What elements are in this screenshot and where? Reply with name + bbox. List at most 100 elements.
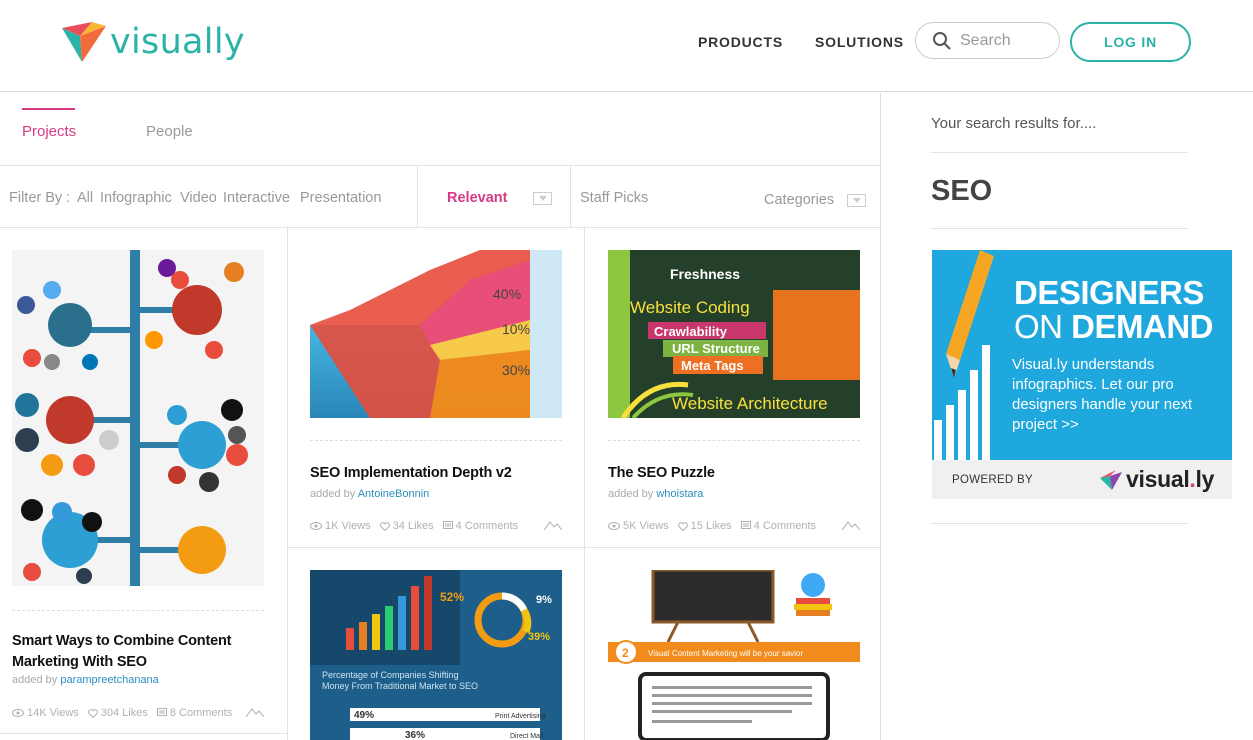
card-title[interactable]: Smart Ways to Combine Content Marketing … (12, 631, 272, 673)
ad-headline-2b: DEMAND (1071, 308, 1213, 345)
pct-10: 10% (502, 321, 530, 337)
card-byline: added by AntoineBonnin (310, 488, 429, 500)
comments-stat[interactable]: 4 Comments (740, 520, 816, 532)
heart-icon (87, 708, 98, 718)
filter-video[interactable]: Video (180, 190, 217, 206)
likes-stat[interactable]: 34 Likes (379, 520, 434, 532)
search-icon (933, 31, 951, 50)
views-stat: 14K Views (12, 707, 79, 719)
search-box[interactable] (915, 22, 1060, 59)
nav-solutions[interactable]: SOLUTIONS (815, 34, 904, 50)
staff-picks-filter[interactable]: Staff Picks (580, 190, 648, 206)
categories-select[interactable]: Categories (764, 192, 834, 208)
sort-select[interactable]: Relevant (447, 190, 507, 206)
brand-mark-icon (1100, 469, 1122, 490)
ad-headline-2a: ON (1014, 308, 1072, 345)
filter-interactive[interactable]: Interactive (223, 190, 290, 206)
filter-label: Filter By : (9, 190, 71, 206)
author-link[interactable]: parampreetchanana (60, 674, 158, 686)
author-link[interactable]: whoistara (656, 488, 703, 500)
sidebar-divider (931, 523, 1188, 524)
designers-on-demand-ad[interactable]: DESIGNERS ON DEMAND Visual.ly understand… (932, 250, 1232, 499)
filter-infographic[interactable]: Infographic (100, 190, 172, 206)
print-ad-label: Print Advertising (495, 713, 546, 720)
card-title[interactable]: SEO Implementation Depth v2 (310, 463, 512, 484)
logo-text: visually (110, 22, 245, 62)
puzzle-crawl: Crawlability (654, 324, 728, 339)
added-by-label: added by (608, 488, 654, 500)
card-thumbnail[interactable]: 2 Visual Content Marketing will be your … (608, 570, 860, 740)
eye-icon (310, 522, 322, 530)
card-thumbnail[interactable] (12, 250, 264, 586)
filter-presentation[interactable]: Presentation (300, 190, 381, 206)
card-thumbnail[interactable]: 52% 9% 39% Percentage of Companies Shift… (310, 570, 562, 740)
tab-projects[interactable]: Projects (22, 123, 76, 140)
likes-stat[interactable]: 15 Likes (677, 520, 732, 532)
stat-9: 9% (536, 594, 552, 606)
comments-stat[interactable]: 4 Comments (442, 520, 518, 532)
card-divider (608, 440, 860, 441)
comment-icon (442, 521, 453, 529)
nav-products[interactable]: PRODUCTS (698, 34, 783, 50)
ad-footer: POWERED BY visual.ly (932, 460, 1232, 499)
comments-count: 8 Comments (169, 707, 233, 719)
stat-39: 39% (528, 631, 550, 643)
mountain-icon[interactable] (842, 520, 860, 530)
filter-all[interactable]: All (77, 190, 93, 206)
heart-icon (379, 521, 390, 531)
added-by-label: added by (310, 488, 356, 500)
content-mkt-caption: Visual Content Marketing will be your sa… (648, 649, 803, 658)
brand-text-a: visual (1126, 466, 1190, 492)
card-thumbnail[interactable]: 40% 10% 30% (310, 250, 562, 418)
views-count: 5K Views (623, 520, 669, 532)
pct-30: 30% (502, 362, 530, 378)
views-stat: 1K Views (310, 520, 371, 532)
sort-dropdown-icon[interactable] (533, 192, 552, 205)
brand-text-b: ly (1195, 466, 1215, 492)
logo-mark-icon (62, 22, 106, 62)
login-button[interactable]: LOG IN (1070, 22, 1191, 62)
search-input[interactable] (960, 31, 1050, 50)
shifting-money-graphic: 52% 9% 39% Percentage of Companies Shift… (310, 570, 562, 740)
card-thumbnail[interactable]: Freshness Website Coding Crawlability UR… (608, 250, 860, 418)
comment-icon (156, 708, 167, 716)
puzzle-meta: Meta Tags (681, 358, 744, 373)
grid-divider (288, 547, 881, 548)
powered-by-label: POWERED BY (952, 474, 1033, 486)
ad-headline-2: ON DEMAND (1014, 310, 1213, 344)
ad-banner: DESIGNERS ON DEMAND Visual.ly understand… (932, 250, 1232, 460)
stat-49: 49% (354, 710, 374, 721)
card-byline: added by parampreetchanana (12, 674, 159, 686)
card-stats: 14K Views 304 Likes 8 Comments (12, 707, 241, 719)
mountain-icon[interactable] (246, 707, 264, 717)
stat-36: 36% (405, 730, 425, 740)
visually-brand: visual.ly (1100, 466, 1214, 493)
comments-count: 4 Comments (753, 520, 816, 532)
categories-dropdown-icon[interactable] (847, 194, 866, 207)
pencil-chart-icon (934, 250, 994, 460)
step-number: 2 (622, 646, 629, 660)
puzzle-architecture: Website Architecture (672, 394, 828, 413)
mountain-icon[interactable] (544, 520, 562, 530)
tab-people[interactable]: People (146, 123, 193, 140)
direct-mail-label: Direct Mail (510, 733, 544, 740)
comments-count: 4 Comments (455, 520, 518, 532)
brand-text: visual.ly (1126, 466, 1214, 493)
card-title[interactable]: The SEO Puzzle (608, 463, 715, 484)
shift-caption-1: Percentage of Companies Shifting (322, 670, 459, 680)
filter-divider (570, 166, 571, 228)
card-divider (12, 610, 264, 611)
likes-count: 304 Likes (100, 707, 148, 719)
likes-count: 15 Likes (690, 520, 732, 532)
search-term: SEO (931, 175, 993, 207)
views-count: 1K Views (325, 520, 371, 532)
sidebar-divider (931, 228, 1188, 229)
grid-divider (0, 733, 287, 734)
eye-icon (608, 522, 620, 530)
likes-stat[interactable]: 304 Likes (87, 707, 148, 719)
seo-puzzle-graphic: Freshness Website Coding Crawlability UR… (608, 250, 860, 418)
author-link[interactable]: AntoineBonnin (358, 488, 430, 500)
top-header: visually PRODUCTS SOLUTIONS LOG IN (0, 0, 1253, 92)
comments-stat[interactable]: 8 Comments (156, 707, 233, 719)
visually-logo[interactable]: visually (62, 22, 245, 62)
